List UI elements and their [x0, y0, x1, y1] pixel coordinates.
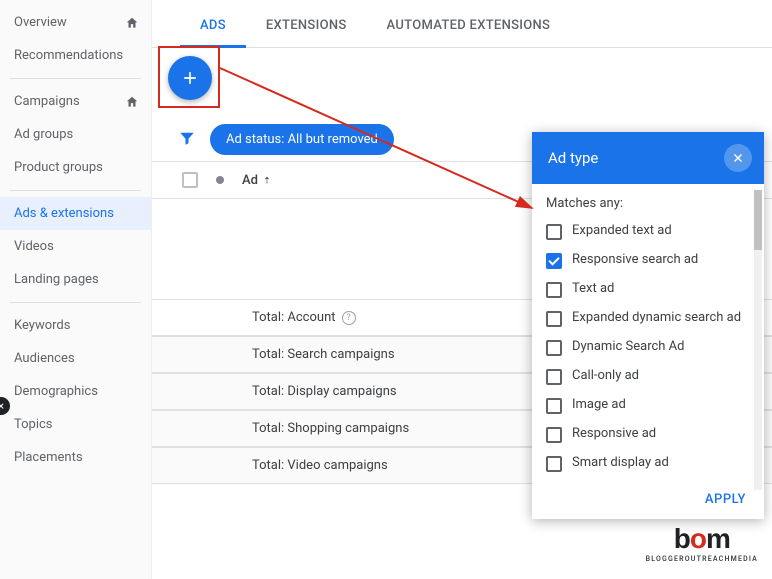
main-content: ADS EXTENSIONS AUTOMATED EXTENSIONS Ad s…: [152, 0, 772, 579]
sidebar-item-label: Overview: [14, 15, 67, 30]
total-label: Total: Account: [252, 310, 336, 325]
option-label: Expanded text ad: [572, 223, 672, 240]
popover-header: Ad type: [532, 132, 764, 184]
sidebar-item-placements[interactable]: Placements: [0, 441, 151, 474]
sidebar-item-topics[interactable]: Topics: [0, 408, 151, 441]
total-label: Total: Search campaigns: [252, 347, 395, 362]
option-responsive-search-ad[interactable]: Responsive search ad: [532, 246, 764, 275]
checkbox[interactable]: [546, 282, 562, 298]
apply-button[interactable]: APPLY: [705, 492, 746, 507]
filter-chip-status[interactable]: Ad status: All but removed: [210, 124, 394, 155]
option-expanded-text-ad[interactable]: Expanded text ad: [532, 217, 764, 246]
close-icon: [731, 151, 745, 165]
sidebar-item-recommendations[interactable]: Recommendations: [0, 39, 151, 72]
checkbox[interactable]: [546, 427, 562, 443]
option-label: Responsive search ad: [572, 252, 698, 269]
close-button[interactable]: [724, 144, 752, 172]
checkbox[interactable]: [546, 224, 562, 240]
sidebar-item-demographics[interactable]: Demographics: [0, 375, 151, 408]
divider: [10, 302, 141, 303]
sidebar-item-label: Ad groups: [14, 127, 73, 142]
option-smart-display-ad[interactable]: Smart display ad: [532, 449, 764, 478]
sidebar-item-label: Ads & extensions: [14, 206, 114, 221]
sidebar-item-ads-extensions[interactable]: Ads & extensions: [0, 197, 151, 230]
option-label: Smart display ad: [572, 455, 669, 472]
sidebar-item-ad-groups[interactable]: Ad groups: [0, 118, 151, 151]
popover-body: Matches any: Expanded text ad Responsive…: [532, 184, 764, 482]
filter-icon[interactable]: [174, 125, 200, 155]
plus-icon: [180, 68, 200, 88]
sidebar-item-keywords[interactable]: Keywords: [0, 309, 151, 342]
sidebar-item-landing-pages[interactable]: Landing pages: [0, 263, 151, 296]
divider: [10, 78, 141, 79]
sidebar-item-label: Landing pages: [14, 272, 99, 287]
sidebar-item-label: Placements: [14, 450, 83, 465]
sidebar: Overview Recommendations Campaigns Ad gr…: [0, 0, 152, 579]
checkbox[interactable]: [546, 398, 562, 414]
tab-ads[interactable]: ADS: [180, 0, 246, 47]
matches-label: Matches any:: [532, 192, 764, 217]
sidebar-item-label: Audiences: [14, 351, 75, 366]
fab-area: [152, 48, 772, 120]
sidebar-item-videos[interactable]: Videos: [0, 230, 151, 263]
logo-subtext: BLOGGEROUTREACHMEDIA: [646, 555, 758, 563]
checkbox[interactable]: [546, 253, 562, 269]
popover-footer: APPLY: [532, 482, 764, 519]
tab-extensions[interactable]: EXTENSIONS: [246, 0, 367, 47]
help-icon[interactable]: ?: [342, 311, 356, 325]
sidebar-item-label: Recommendations: [14, 48, 123, 63]
option-text-ad[interactable]: Text ad: [532, 275, 764, 304]
option-label: Image ad: [572, 397, 626, 414]
sidebar-item-label: Demographics: [14, 384, 98, 399]
watermark-logo: bom BLOGGEROUTREACHMEDIA: [646, 523, 758, 563]
sidebar-item-label: Videos: [14, 239, 54, 254]
checkbox[interactable]: [546, 369, 562, 385]
home-icon: [125, 95, 139, 109]
divider: [10, 190, 141, 191]
sidebar-item-label: Product groups: [14, 160, 103, 175]
sidebar-item-overview[interactable]: Overview: [0, 6, 151, 39]
option-label: Call-only ad: [572, 368, 639, 385]
select-all-checkbox[interactable]: [182, 172, 198, 188]
option-expanded-dynamic-search-ad[interactable]: Expanded dynamic search ad: [532, 304, 764, 333]
option-responsive-ad[interactable]: Responsive ad: [532, 420, 764, 449]
create-ad-button[interactable]: [168, 56, 212, 100]
logo-text: bom: [646, 523, 758, 555]
column-label: Ad: [242, 173, 258, 188]
sidebar-item-product-groups[interactable]: Product groups: [0, 151, 151, 184]
sidebar-item-label: Topics: [14, 417, 53, 432]
total-label: Total: Display campaigns: [252, 384, 397, 399]
sort-up-icon: [262, 175, 272, 185]
checkbox[interactable]: [546, 340, 562, 356]
option-label: Dynamic Search Ad: [572, 339, 685, 356]
checkbox[interactable]: [546, 311, 562, 327]
option-call-only-ad[interactable]: Call-only ad: [532, 362, 764, 391]
total-label: Total: Shopping campaigns: [252, 421, 409, 436]
tabs: ADS EXTENSIONS AUTOMATED EXTENSIONS: [152, 0, 772, 48]
status-dot-icon: [216, 176, 224, 184]
option-image-ad[interactable]: Image ad: [532, 391, 764, 420]
column-header-ad[interactable]: Ad: [242, 173, 272, 188]
option-label: Text ad: [572, 281, 614, 298]
tab-automated-extensions[interactable]: AUTOMATED EXTENSIONS: [367, 0, 571, 47]
scrollbar-thumb[interactable]: [754, 190, 762, 250]
checkbox[interactable]: [546, 456, 562, 472]
popover-title: Ad type: [548, 149, 598, 167]
sidebar-item-label: Campaigns: [14, 94, 80, 109]
total-label: Total: Video campaigns: [252, 458, 388, 473]
sidebar-item-campaigns[interactable]: Campaigns: [0, 85, 151, 118]
option-label: Expanded dynamic search ad: [572, 310, 741, 327]
option-dynamic-search-ad[interactable]: Dynamic Search Ad: [532, 333, 764, 362]
home-icon: [125, 16, 139, 30]
ad-type-filter-popover: Ad type Matches any: Expanded text ad Re…: [532, 132, 764, 519]
option-label: Responsive ad: [572, 426, 656, 443]
sidebar-item-audiences[interactable]: Audiences: [0, 342, 151, 375]
sidebar-item-label: Keywords: [14, 318, 70, 333]
